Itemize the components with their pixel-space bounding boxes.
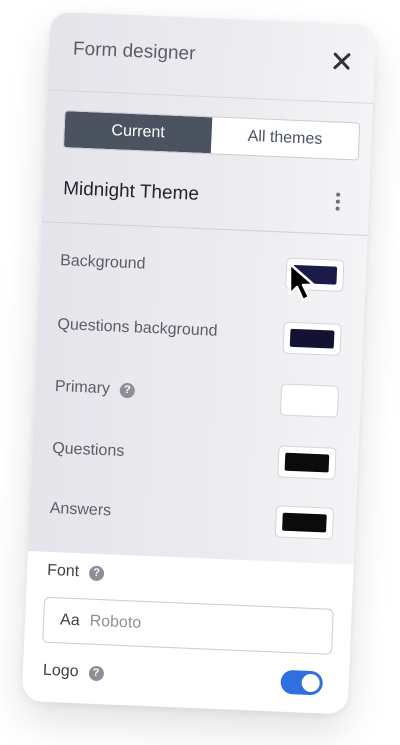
color-label: Primary ? (54, 378, 136, 399)
font-label: Font ? (47, 562, 105, 582)
swatch-fill (282, 512, 327, 533)
form-designer-panel: Form designer Current All themes Midnigh… (21, 11, 377, 715)
theme-name: Midnight Theme (62, 178, 200, 205)
help-icon[interactable]: ? (88, 565, 105, 581)
help-icon[interactable]: ? (119, 382, 136, 398)
swatch-fill (289, 328, 335, 349)
panel-header: Form designer (47, 11, 377, 105)
color-label: Answers (49, 499, 112, 520)
color-label: Background (59, 252, 146, 273)
help-icon[interactable]: ? (88, 665, 104, 681)
color-swatch-questions-background[interactable] (282, 321, 342, 356)
logo-toggle[interactable] (280, 669, 324, 696)
color-swatch-questions[interactable] (277, 445, 337, 480)
color-label: Questions background (57, 316, 218, 340)
toggle-knob (301, 673, 321, 693)
swatch-fill (287, 390, 332, 411)
close-icon[interactable] (326, 45, 357, 76)
panel-title: Form designer (72, 38, 196, 65)
mouse-pointer-icon (288, 262, 316, 302)
color-label: Questions (51, 439, 125, 460)
font-select[interactable]: Aa Roboto (42, 596, 334, 655)
tab-all-themes[interactable]: All themes (211, 117, 359, 159)
more-options-icon[interactable] (332, 189, 343, 215)
tab-current[interactable]: Current (63, 111, 213, 154)
color-swatch-primary[interactable] (279, 383, 340, 418)
font-value: Roboto (89, 612, 142, 632)
swatch-fill (284, 452, 330, 473)
logo-label: Logo ? (43, 662, 104, 683)
color-swatch-answers[interactable] (274, 505, 335, 540)
font-prefix: Aa (59, 611, 81, 630)
